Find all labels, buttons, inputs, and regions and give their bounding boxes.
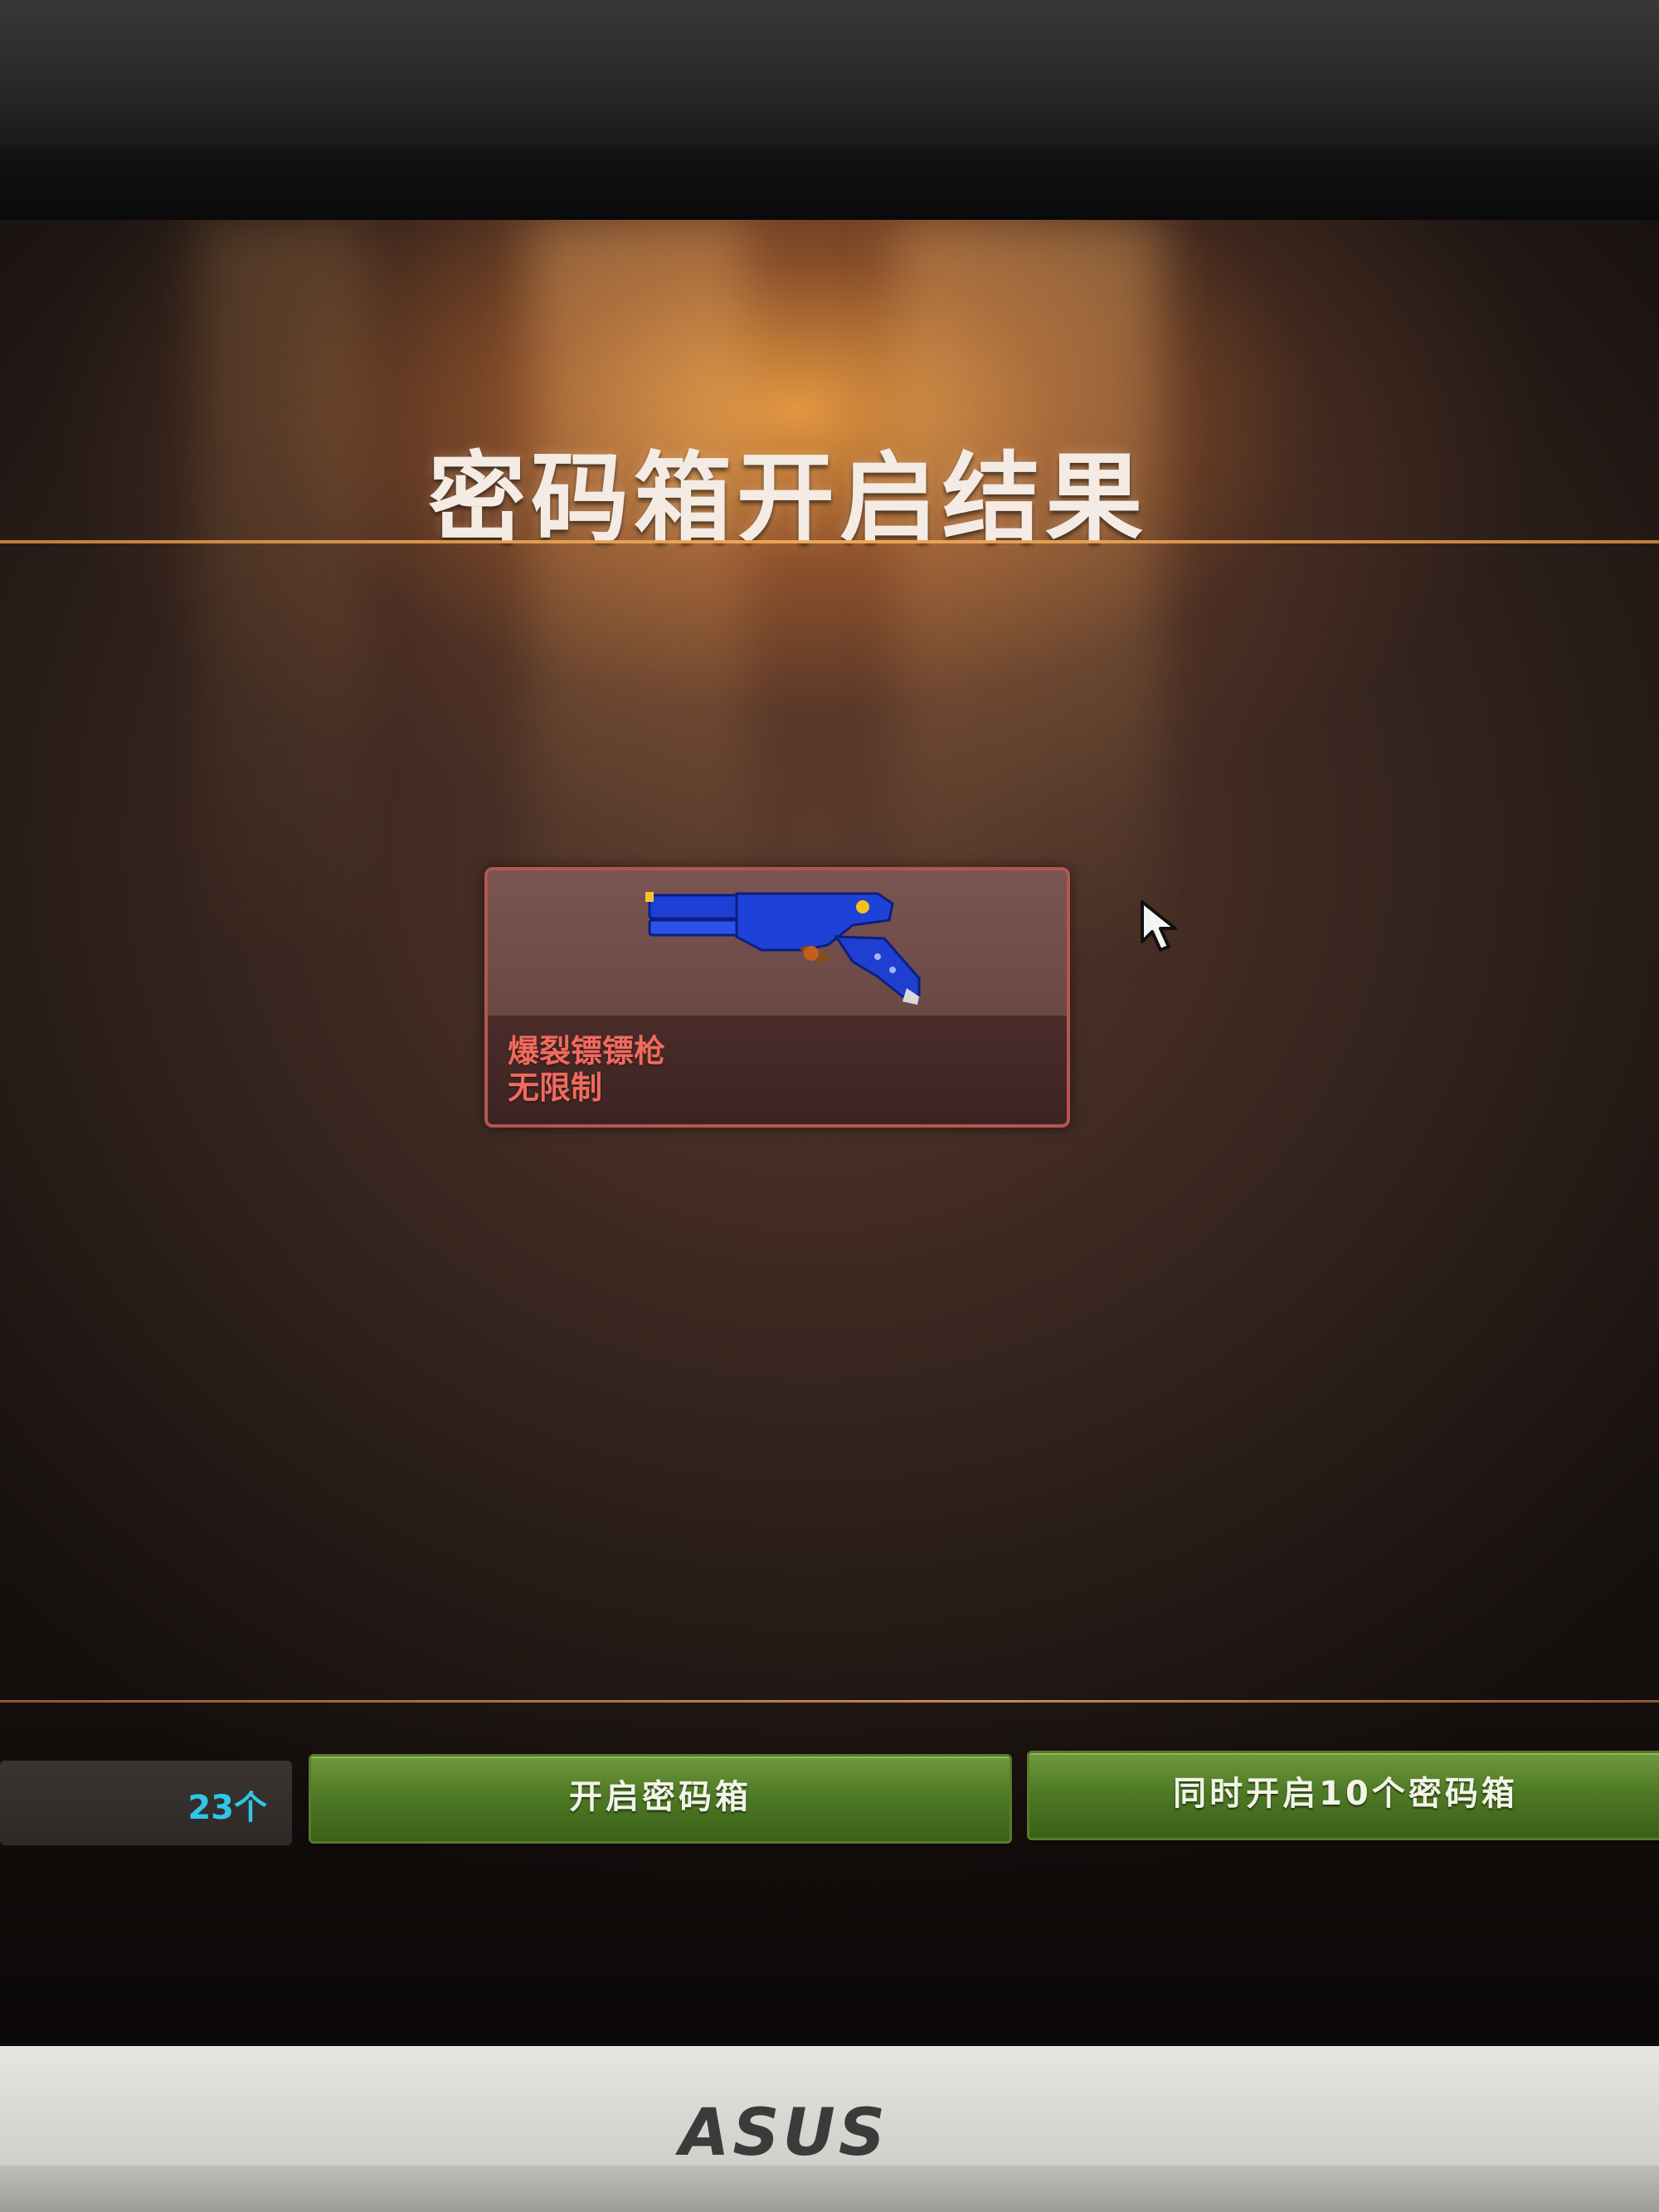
room-background (0, 0, 1659, 145)
light-beam (199, 220, 365, 967)
light-beam (896, 220, 1161, 967)
box-count-display: 23个 (0, 1761, 292, 1845)
open-ten-boxes-button[interactable]: 同时开启10个密码箱 (1027, 1751, 1659, 1840)
item-duration: 无限制 (508, 1069, 603, 1106)
revolver-weapon-icon (645, 892, 921, 1005)
monitor-stand (0, 2166, 1659, 2212)
mouse-cursor-icon (1139, 899, 1184, 957)
monitor-top-bezel (0, 145, 1659, 220)
title-divider (0, 540, 1659, 543)
box-count: 23个 (187, 1789, 267, 1827)
monitor-brand-logo: ASUS (679, 2096, 889, 2171)
item-image (488, 870, 1067, 1016)
result-item-card[interactable]: 爆裂镖镖枪 无限制 (484, 867, 1070, 1128)
photo: 密码箱开启结果 爆裂镖镖枪 无限制 23个 开启密码箱 同时开启10个密码箱 A… (0, 0, 1659, 2212)
item-info: 爆裂镖镖枪 无限制 (488, 1016, 1067, 1124)
light-beam (531, 220, 747, 967)
open-box-button[interactable]: 开启密码箱 (309, 1754, 1012, 1844)
